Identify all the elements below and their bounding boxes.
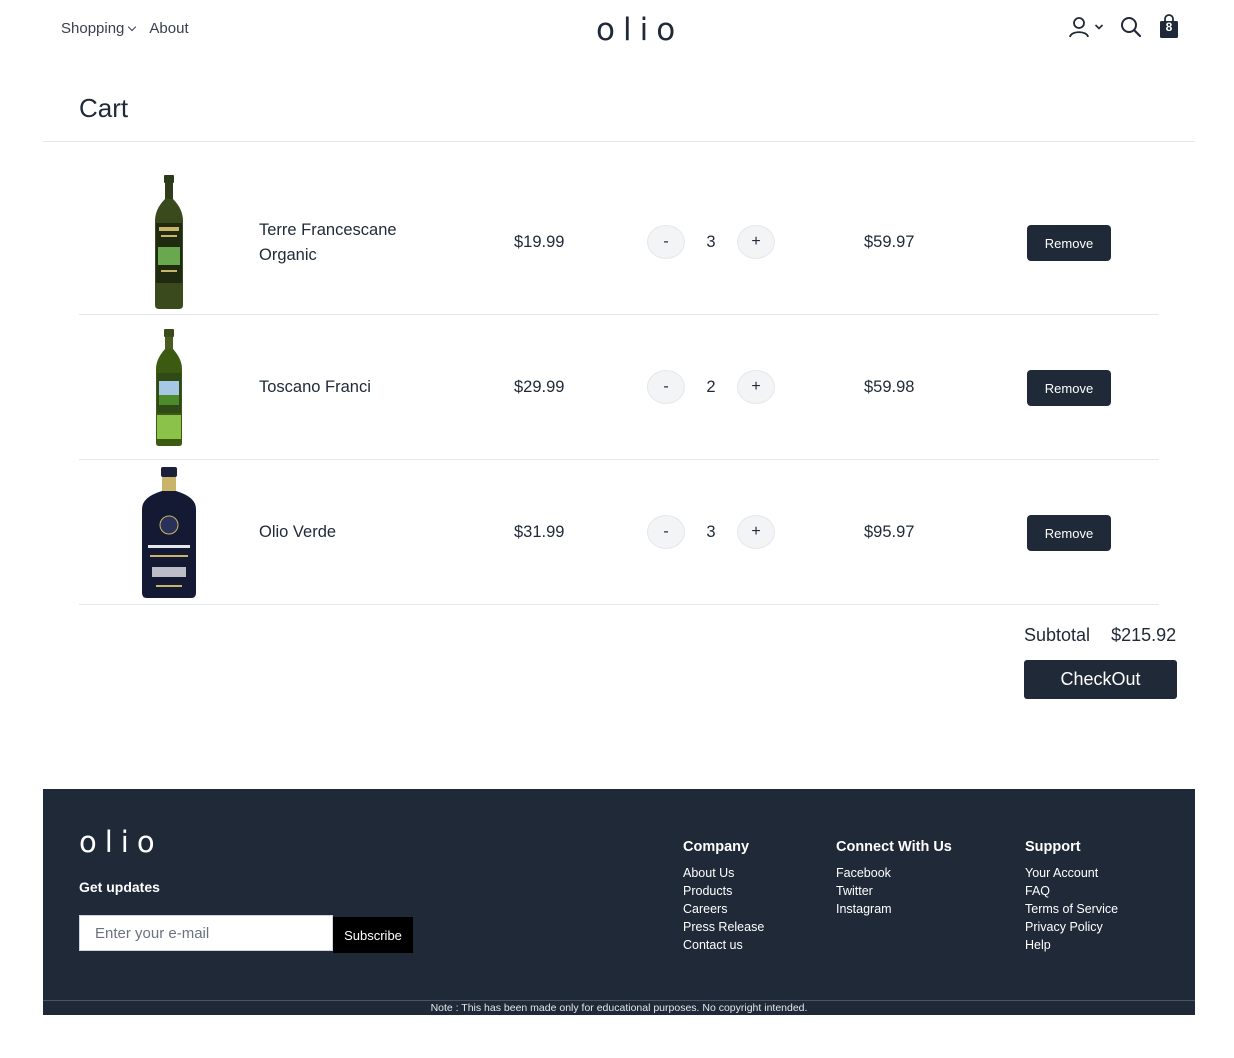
footer-link[interactable]: Contact us [683,936,764,954]
footer-link[interactable]: Your Account [1025,864,1118,882]
line-total: $95.97 [864,523,915,541]
footer-link[interactable]: Twitter [836,882,952,900]
olive-oil-bottle-image [156,328,182,446]
footer-link[interactable]: Help [1025,936,1118,954]
decrement-button[interactable]: - [647,370,685,404]
footer-column-support: Support Your Account FAQ Terms of Servic… [1025,839,1118,954]
cart-row: Toscano Franci $29.99 - 2 + $59.98 Remov… [79,315,1159,460]
line-total: $59.98 [864,378,915,396]
cart-row: Terre Francescane Organic $19.99 - 3 + $… [79,170,1159,315]
checkout-button[interactable]: CheckOut [1024,660,1177,699]
product-image [139,320,199,455]
footer-column-heading: Connect With Us [836,839,952,855]
search-button[interactable] [1120,16,1142,38]
subtotal-amount: $215.92 [1111,625,1177,645]
footer-link[interactable]: Products [683,882,764,900]
footer-link[interactable]: About Us [683,864,764,882]
footer-note: Note : This has been made only for educa… [430,1002,808,1014]
quantity-value: 3 [706,232,716,251]
product-image [139,465,199,600]
header-icons: 8 [1068,14,1180,40]
remove-button[interactable]: Remove [1027,370,1111,406]
page-title: Cart [79,93,129,123]
newsletter-heading: Get updates [79,879,160,895]
product-name[interactable]: Olio Verde [259,460,429,605]
quantity-value: 2 [706,377,716,396]
footer-divider [43,1000,1195,1001]
olive-oil-bottle-image [142,466,196,598]
search-icon [1121,17,1142,38]
line-total: $59.97 [864,233,915,251]
footer-link[interactable]: FAQ [1025,882,1118,900]
nav-shopping-label: Shopping [61,20,125,37]
footer-column-company: Company About Us Products Careers Press … [683,839,764,954]
site-footer: olio Get updates Subscribe Company About… [43,789,1195,1015]
product-image [139,175,199,310]
remove-button[interactable]: Remove [1027,515,1111,551]
quantity-stepper: - 3 + [647,225,775,259]
increment-button[interactable]: + [737,370,775,404]
quantity-value: 3 [706,522,716,541]
cart-count-badge: 8 [1165,20,1173,34]
footer-link[interactable]: Terms of Service [1025,900,1118,918]
decrement-button[interactable]: - [647,515,685,549]
subtotal: Subtotal $215.92 [1024,625,1176,646]
subscribe-button[interactable]: Subscribe [333,917,413,953]
nav-about[interactable]: About [149,20,188,37]
footer-link[interactable]: Privacy Policy [1025,918,1118,936]
footer-link[interactable]: Press Release [683,918,764,936]
increment-button[interactable]: + [737,515,775,549]
footer-column-heading: Company [683,839,750,855]
remove-button[interactable]: Remove [1027,225,1111,261]
user-icon [1069,17,1089,38]
olive-oil-bottle-image [155,175,183,309]
account-menu-button[interactable] [1068,15,1104,39]
nav-about-label: About [149,20,189,37]
footer-link[interactable]: Careers [683,900,764,918]
site-header: Shopping About olio 8 [0,0,1234,60]
email-input[interactable] [79,915,333,951]
unit-price: $19.99 [514,233,565,251]
subtotal-label: Subtotal [1024,625,1091,645]
cart-bag-button[interactable]: 8 [1158,14,1180,40]
footer-column-connect: Connect With Us Facebook Twitter Instagr… [836,839,952,918]
footer-column-heading: Support [1025,839,1081,855]
footer-link[interactable]: Facebook [836,864,952,882]
divider [43,141,1195,142]
footer-logo[interactable]: olio [79,825,163,859]
unit-price: $29.99 [514,378,565,396]
product-name[interactable]: Terre Francescane Organic [259,170,429,315]
nav-shopping[interactable]: Shopping [61,20,137,37]
site-logo[interactable]: olio [596,12,683,48]
quantity-stepper: - 2 + [647,370,775,404]
cart-items: Terre Francescane Organic $19.99 - 3 + $… [79,170,1159,605]
decrement-button[interactable]: - [647,225,685,259]
unit-price: $31.99 [514,523,565,541]
product-name[interactable]: Toscano Franci [259,315,429,460]
increment-button[interactable]: + [737,225,775,259]
main-nav: Shopping About [61,20,203,37]
chevron-down-icon [128,22,137,31]
quantity-stepper: - 3 + [647,515,775,549]
cart-row: Olio Verde $31.99 - 3 + $95.97 Remove [79,460,1159,605]
footer-link[interactable]: Instagram [836,900,952,918]
chevron-down-icon [1094,24,1104,30]
